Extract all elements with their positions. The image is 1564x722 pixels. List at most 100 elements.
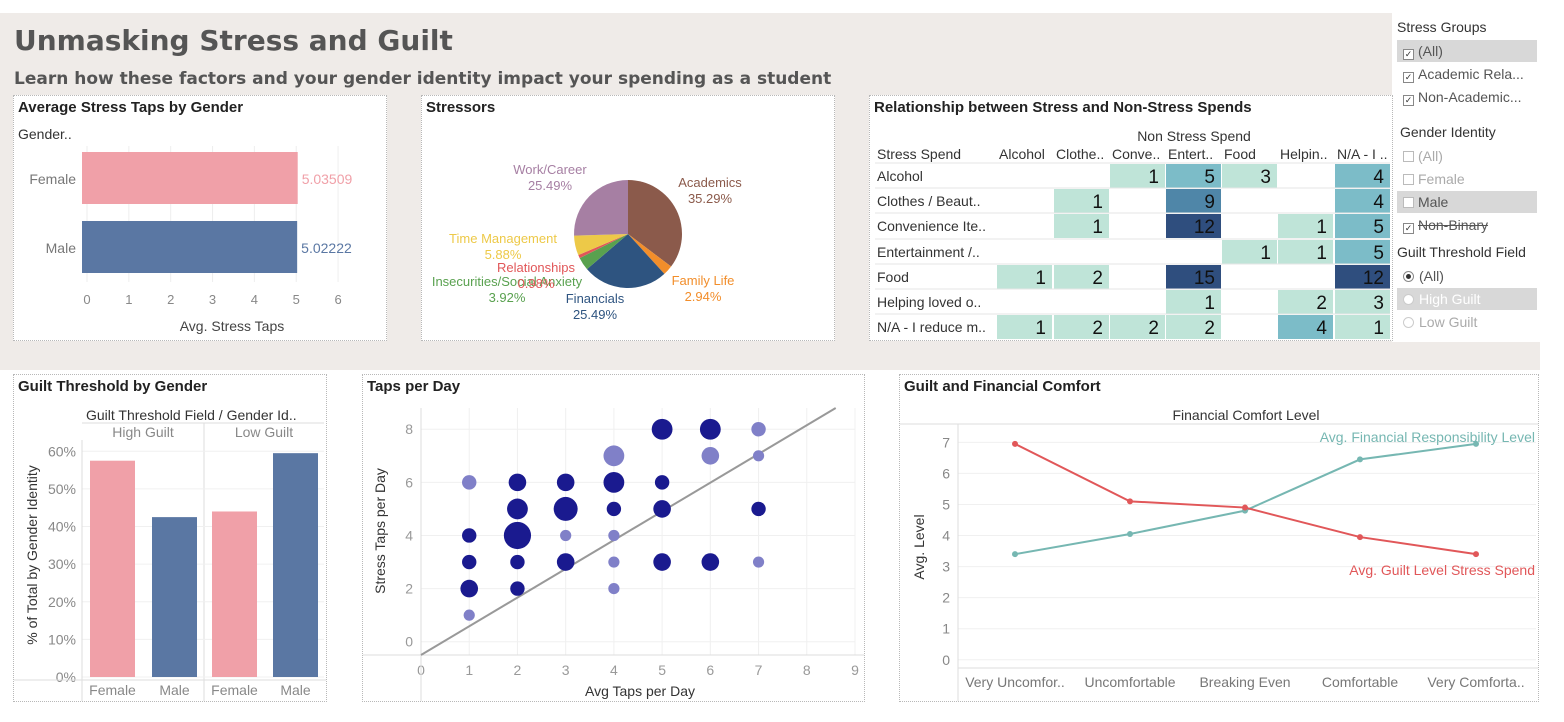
x-tick-label: 6 — [706, 662, 714, 678]
stress-groups-option[interactable]: (All) — [1397, 40, 1537, 62]
row-label: Convenience Ite.. — [877, 218, 986, 234]
checkbox-icon[interactable] — [1403, 72, 1414, 83]
checkbox-icon[interactable] — [1403, 223, 1414, 234]
cell-value: 15 — [1194, 268, 1215, 289]
cell-value: 4 — [1373, 167, 1384, 188]
cell-value: 1 — [1035, 268, 1046, 289]
bar — [90, 460, 135, 677]
stressors-pie-chart[interactable]: Academics35.29% Family Life2.94% Financial… — [422, 96, 834, 340]
scatter-point — [463, 609, 475, 621]
category-label: Male — [280, 682, 311, 698]
x-tick-label: 0 — [83, 292, 90, 307]
stress-groups-option[interactable]: Academic Rela... — [1397, 63, 1537, 85]
slice-percent: 35.29% — [688, 191, 733, 206]
cell-value: 5 — [1373, 217, 1384, 238]
guilt-threshold-option[interactable]: High Guilt — [1397, 288, 1537, 310]
scatter-point — [462, 554, 477, 570]
row-header: Stress Spend — [877, 146, 961, 162]
checkbox-icon[interactable] — [1403, 197, 1414, 208]
relationship-panel[interactable]: Relationship between Stress and Non-Stre… — [869, 95, 1393, 341]
guilt-threshold-option[interactable]: (All) — [1397, 265, 1537, 287]
category-label: Female — [29, 171, 76, 187]
gender-identity-option[interactable]: (All) — [1397, 145, 1537, 167]
radio-icon[interactable] — [1403, 317, 1414, 328]
scatter-point — [752, 450, 765, 462]
divider-bg — [0, 342, 1540, 370]
scatter-point — [603, 445, 625, 467]
cell-value: 12 — [1363, 268, 1384, 289]
y-tick-label: 2 — [405, 581, 413, 597]
scatter-point — [553, 496, 578, 521]
series-point — [1242, 504, 1248, 511]
x-tick-label: 8 — [803, 662, 811, 678]
x-tick-label: 1 — [465, 662, 473, 678]
y-tick-label: 6 — [942, 465, 950, 481]
stress-groups-option[interactable]: Non-Academic... — [1397, 86, 1537, 108]
y-tick-label: 10% — [48, 631, 76, 647]
column-label: N/A - I .. — [1337, 146, 1388, 162]
y-tick-label: 3 — [942, 559, 950, 575]
x-axis-label: Avg Taps per Day — [585, 683, 695, 699]
x-tick-label: 5 — [658, 662, 666, 678]
relationship-heatmap[interactable]: Non Stress Spend Stress Spend Alcohol Cloth… — [870, 96, 1392, 340]
gender-identity-option[interactable]: Female — [1397, 168, 1537, 190]
avg-stress-taps-panel[interactable]: Average Stress Taps by Gender Gender.. 0 1… — [13, 95, 387, 341]
guilt-threshold-option[interactable]: Low Guilt — [1397, 311, 1537, 333]
slice-label: Family Life — [672, 273, 735, 288]
radio-icon[interactable] — [1403, 294, 1414, 305]
y-tick-label: 20% — [48, 594, 76, 610]
scatter-point — [751, 422, 766, 437]
x-axis-title: Financial Comfort Level — [1172, 407, 1319, 423]
checkbox-icon[interactable] — [1403, 151, 1414, 162]
option-label: Male — [1418, 194, 1449, 210]
slice-label: Academics — [678, 175, 742, 190]
x-tick-label: 7 — [755, 662, 763, 678]
taps-per-day-scatter[interactable]: 012345678902468Avg Taps per DayStress Ta… — [363, 375, 864, 701]
series-point — [1012, 551, 1018, 558]
y-tick-label: 0 — [942, 652, 950, 668]
series-point — [1127, 498, 1133, 505]
scatter-point — [503, 521, 532, 550]
option-label: Female — [1418, 171, 1465, 187]
gender-identity-option[interactable]: Male — [1397, 191, 1537, 213]
value-label: 5.03509 — [302, 171, 353, 187]
category-label: Female — [211, 682, 258, 698]
cell-value: 1 — [1316, 217, 1327, 238]
checkbox-icon[interactable] — [1403, 49, 1414, 60]
checkbox-icon[interactable] — [1403, 95, 1414, 106]
guilt-threshold-panel[interactable]: Guilt Threshold by Gender Guilt Threshol… — [13, 374, 327, 702]
guilt-financial-panel[interactable]: Guilt and Financial Comfort Financial Co… — [899, 374, 1539, 702]
y-tick-label: 30% — [48, 556, 76, 572]
bar — [82, 221, 298, 273]
dashboard-subtitle: Learn how these factors and your gender … — [14, 69, 832, 89]
series-label: Avg. Financial Responsibility Level — [1320, 429, 1535, 445]
group-label: High Guilt — [112, 424, 174, 440]
y-tick-label: 60% — [48, 443, 76, 459]
scatter-point — [751, 501, 766, 517]
row-label: N/A - I reduce m.. — [877, 319, 986, 335]
taps-per-day-panel[interactable]: Taps per Day 012345678902468Avg Taps per… — [362, 374, 865, 702]
stressors-panel[interactable]: Stressors Academics 35.29% Family Life 2.94… — [421, 95, 835, 341]
y-tick-label: 6 — [405, 474, 413, 490]
cell-value: 1 — [1260, 243, 1271, 264]
guilt-financial-line-chart[interactable]: Financial Comfort Level 0 1 2 3 4 5 6 7 Very Unco… — [900, 375, 1538, 701]
y-axis-label: Stress Taps per Day — [372, 468, 388, 594]
cell-value: 1 — [1092, 217, 1103, 238]
gender-identity-option[interactable]: Non-Binary — [1397, 214, 1537, 236]
avg-stress-taps-chart[interactable]: Gender..0 1 2 3 4 5 6Female 5.03509Male 5.02222A… — [14, 96, 386, 340]
cell-value: 5 — [1373, 243, 1384, 264]
x-tick-label: Very Uncomfor.. — [965, 674, 1065, 690]
group-label: Low Guilt — [235, 424, 293, 440]
scatter-point — [651, 418, 673, 440]
column-label: Clothe.. — [1056, 146, 1104, 162]
guilt-threshold-chart[interactable]: Guilt Threshold Field / Gender Id..High … — [14, 375, 326, 701]
guilt-threshold-filter-title: Guilt Threshold Field — [1397, 244, 1526, 260]
scatter-point — [752, 556, 765, 568]
scatter-point — [608, 556, 620, 568]
column-label: Food — [1224, 146, 1256, 162]
scatter-point — [462, 528, 477, 543]
checkbox-icon[interactable] — [1403, 174, 1414, 185]
slice-percent: 5.88% — [485, 247, 522, 262]
scatter-point — [462, 475, 477, 490]
radio-icon[interactable] — [1403, 271, 1414, 282]
